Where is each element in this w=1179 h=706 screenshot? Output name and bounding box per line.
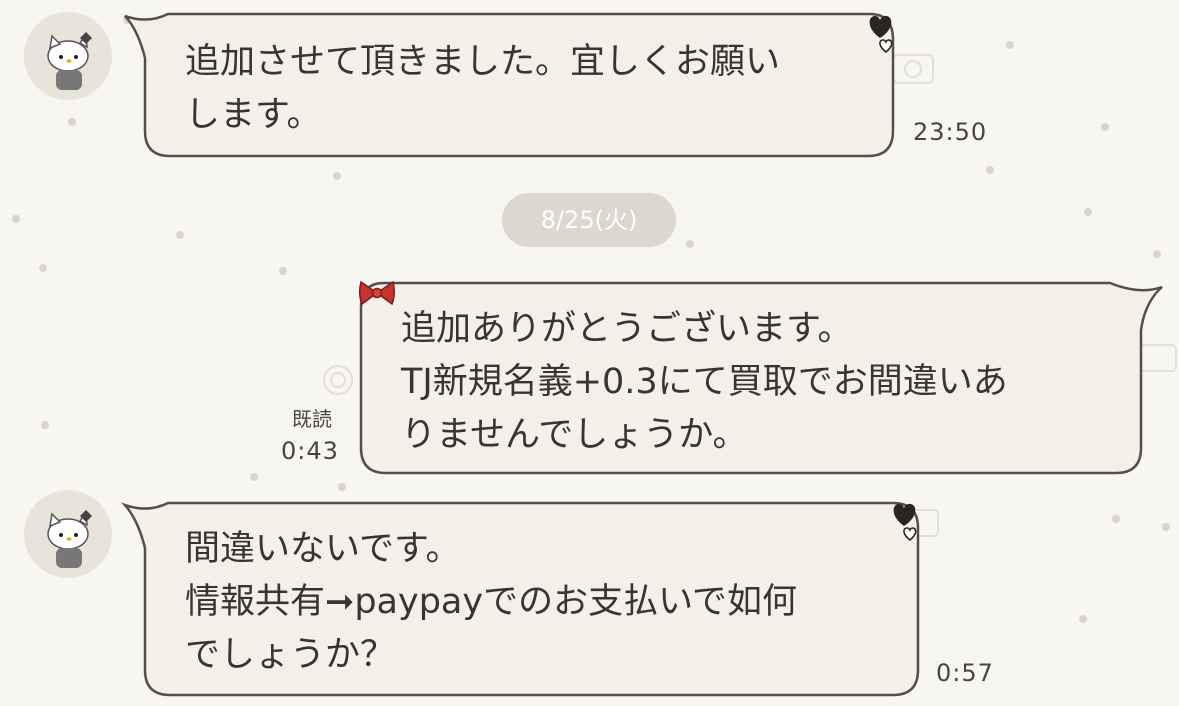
black-heart-icon xyxy=(893,503,917,542)
message-text: 間違いないです。 情報共有➞paypayでのお支払いで如何 でしょうか？ xyxy=(185,529,798,675)
message-time: 0:57 xyxy=(936,659,994,687)
